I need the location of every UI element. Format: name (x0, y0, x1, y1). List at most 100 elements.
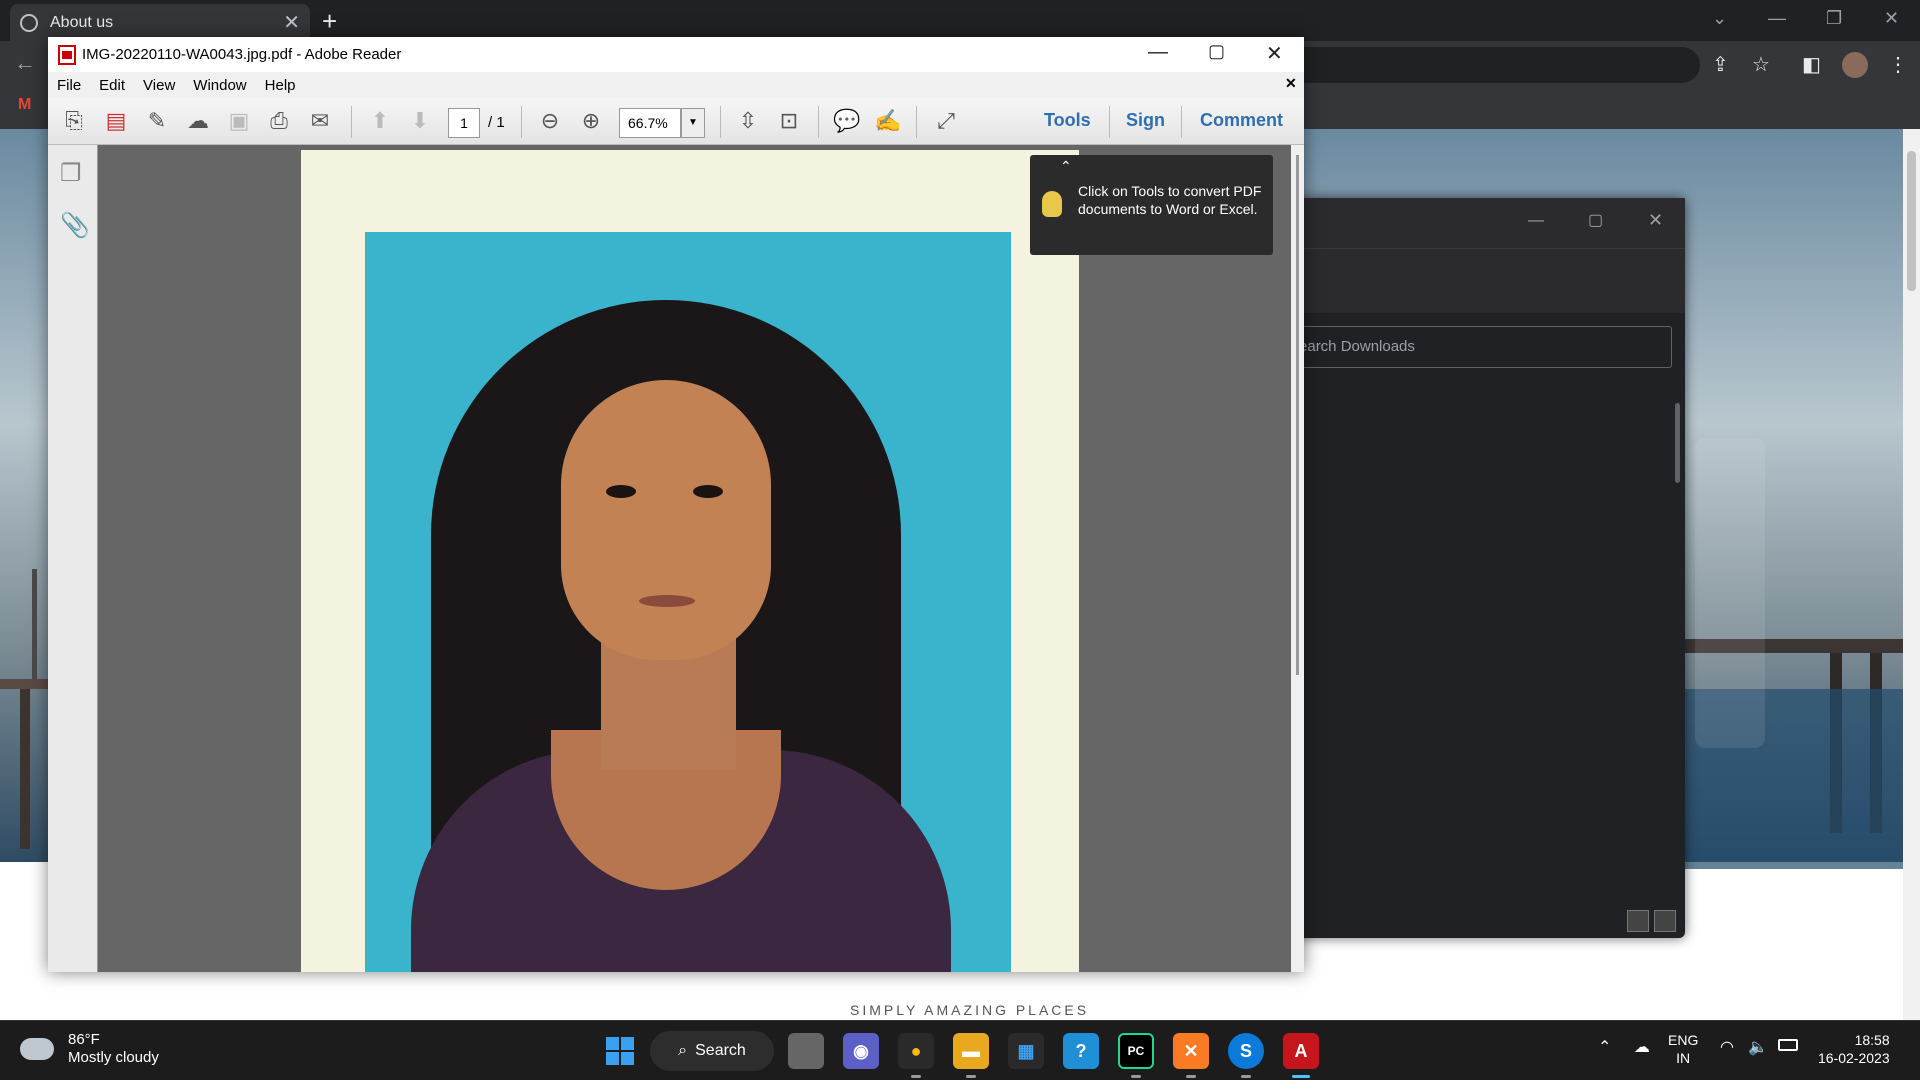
weather-widget[interactable]: 86°F Mostly cloudy (16, 1030, 159, 1067)
toolbar-divider (521, 106, 522, 138)
tab-close-button[interactable]: ✕ (283, 10, 300, 35)
menu-edit[interactable]: Edit (99, 77, 125, 94)
menu-help[interactable]: Help (265, 77, 296, 94)
taskbar-search-button[interactable]: ⌕ Search (650, 1031, 774, 1071)
clock[interactable]: 18:58 16-02-2023 (1818, 1031, 1890, 1067)
share-icon[interactable]: ⇪ (1712, 52, 1729, 77)
reader-menubar: File Edit View Window Help (48, 72, 1304, 98)
zoom-out-icon[interactable]: ⊖ (536, 107, 564, 135)
running-indicator (1186, 1075, 1196, 1078)
upload-cloud-icon[interactable]: ☁ (184, 107, 212, 135)
reader-titlebar: IMG-20220110-WA0043.jpg.pdf - Adobe Read… (48, 37, 1304, 72)
chrome-icon[interactable]: ● (898, 1033, 934, 1069)
onedrive-cloud-icon[interactable]: ☁ (1634, 1039, 1650, 1056)
menubar-close-icon[interactable]: ✕ (1285, 75, 1297, 92)
zoom-level-input[interactable]: 66.7% (619, 108, 681, 138)
wifi-icon[interactable]: ◠ (1720, 1037, 1734, 1057)
clock-time: 18:58 (1854, 1032, 1890, 1048)
reader-scrollbar[interactable] (1291, 145, 1304, 972)
previous-page-icon[interactable]: ⬆ (366, 107, 394, 135)
zoom-in-icon[interactable]: ⊕ (577, 107, 605, 135)
reader-minimize-icon[interactable]: — (1148, 41, 1168, 64)
start-button[interactable] (602, 1033, 638, 1069)
lightbulb-icon (1042, 191, 1062, 217)
tab-title: About us (50, 13, 114, 31)
photo-face (561, 380, 771, 660)
downloads-search-input[interactable]: Search Downloads (1274, 326, 1672, 368)
zoom-dropdown-icon[interactable]: ▼ (681, 108, 705, 138)
microsoft-store-icon[interactable]: ▦ (1008, 1033, 1044, 1069)
save-icon[interactable]: ▣ (225, 107, 253, 135)
minimize-icon[interactable]: — (1768, 8, 1786, 29)
file-explorer-icon[interactable]: ▬ (953, 1033, 989, 1069)
gmail-bookmark-icon[interactable]: M (18, 96, 31, 114)
menu-icon[interactable]: ⋮ (1888, 52, 1908, 77)
edit-pdf-icon[interactable]: ✎ (143, 107, 171, 135)
collapse-tip-chevron-icon[interactable]: ⌃ (1060, 157, 1072, 175)
next-page-icon[interactable]: ⬇ (406, 107, 434, 135)
volume-icon[interactable]: 🔈 (1748, 1037, 1768, 1057)
show-hidden-icons-chevron-icon[interactable]: ⌃ (1598, 1039, 1611, 1056)
attachments-paperclip-icon[interactable]: 📎 (60, 211, 90, 240)
photo-mouth (639, 595, 695, 607)
grid-view-icon[interactable] (1654, 910, 1676, 932)
bookmark-star-icon[interactable]: ☆ (1752, 52, 1770, 77)
reader-toolbar: ⎘ ▤ ✎ ☁ ▣ ⎙ ✉ ⬆ ⬇ 1 / 1 ⊖ ⊕ 66.7% ▼ ⇳ ⊡ … (48, 98, 1304, 145)
email-icon[interactable]: ✉ (306, 107, 334, 135)
photo-eye-right (693, 485, 723, 498)
list-view-icon[interactable] (1627, 910, 1649, 932)
browser-tab[interactable]: About us ✕ (10, 4, 310, 41)
print-icon[interactable]: ⎙ (265, 107, 293, 135)
get-help-icon[interactable]: ? (1063, 1033, 1099, 1069)
clock-date: 16-02-2023 (1818, 1050, 1890, 1066)
page-scrollbar-thumb[interactable] (1907, 151, 1916, 291)
close-icon[interactable]: ✕ (1884, 8, 1899, 29)
profile-avatar[interactable] (1842, 52, 1868, 78)
restore-icon[interactable]: ❐ (1826, 8, 1842, 29)
teams-chat-icon[interactable]: ◉ (843, 1033, 879, 1069)
highlight-icon[interactable]: ✍ (874, 107, 902, 135)
tools-button[interactable]: Tools (1044, 110, 1091, 131)
tab-search-chevron-icon[interactable]: ⌄ (1712, 8, 1727, 29)
pycharm-icon[interactable]: PC (1118, 1033, 1154, 1069)
downloads-close-icon[interactable]: ✕ (1648, 210, 1663, 231)
reader-maximize-icon[interactable]: ▢ (1208, 41, 1225, 62)
reader-scrollbar-thumb[interactable] (1296, 155, 1299, 675)
globe-icon (20, 13, 38, 32)
battery-icon[interactable] (1778, 1039, 1798, 1051)
comment-button[interactable]: Comment (1200, 110, 1283, 131)
downloads-maximize-icon[interactable]: ▢ (1588, 210, 1603, 230)
create-pdf-icon[interactable]: ⎘ (60, 107, 88, 135)
task-view-icon[interactable] (788, 1033, 824, 1069)
skype-icon[interactable]: S (1228, 1033, 1264, 1069)
menu-view[interactable]: View (143, 77, 175, 94)
fit-width-icon[interactable]: ⇳ (734, 107, 762, 135)
side-panel-icon[interactable]: ◧ (1802, 52, 1821, 77)
language-indicator[interactable]: ENG IN (1668, 1031, 1698, 1067)
sign-button[interactable]: Sign (1126, 110, 1165, 131)
xampp-icon[interactable]: ✕ (1173, 1033, 1209, 1069)
sticky-note-icon[interactable]: 💬 (833, 107, 861, 135)
reader-document-area: ❐ 📎 (48, 145, 1304, 972)
downloads-scrollbar[interactable] (1675, 403, 1680, 483)
downloads-minimize-icon[interactable]: — (1528, 212, 1544, 230)
fit-page-icon[interactable]: ⊡ (775, 107, 803, 135)
back-button[interactable]: ← (14, 50, 36, 76)
create-pdf-from-file-icon[interactable]: ▤ (102, 107, 130, 135)
menu-file[interactable]: File (57, 77, 81, 94)
page-scrollbar[interactable] (1903, 129, 1920, 1020)
new-tab-button[interactable]: + (322, 6, 337, 37)
photo-eye-left (606, 485, 636, 498)
taskbar-search-label: Search (695, 1042, 746, 1059)
adobe-reader-icon[interactable]: A (1283, 1033, 1319, 1069)
windows-logo-icon (606, 1037, 634, 1065)
page-thumbnails-icon[interactable]: ❐ (60, 159, 82, 188)
downloads-header (1250, 248, 1685, 313)
reader-close-icon[interactable]: ✕ (1266, 41, 1283, 66)
downloads-titlebar (1250, 198, 1685, 248)
system-tray: ⌃ ☁ (1598, 1037, 1650, 1057)
full-screen-icon[interactable]: ⤢ (932, 107, 960, 135)
running-indicator (1131, 1075, 1141, 1078)
menu-window[interactable]: Window (193, 77, 246, 94)
page-number-input[interactable]: 1 (448, 108, 480, 138)
